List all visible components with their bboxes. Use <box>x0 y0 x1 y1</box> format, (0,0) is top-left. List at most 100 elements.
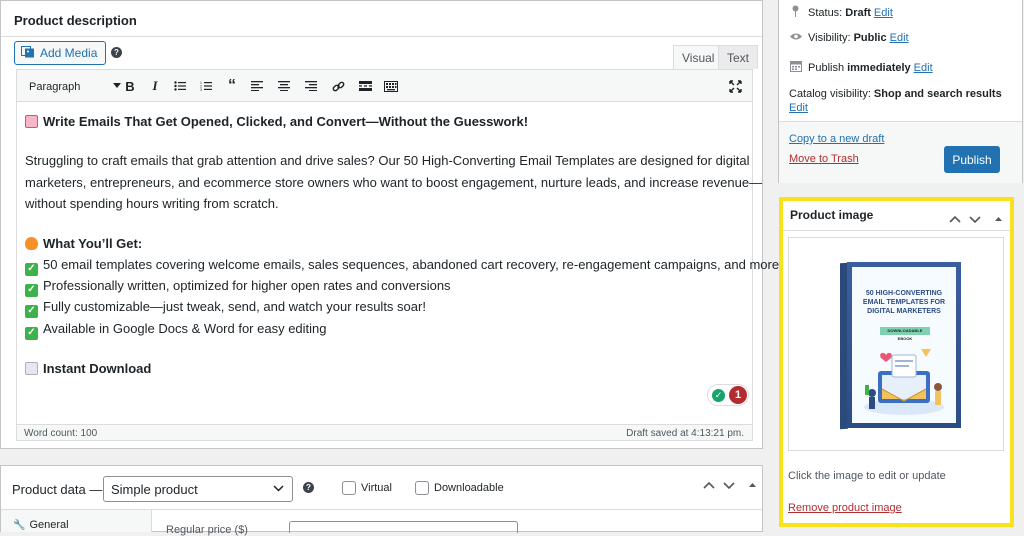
tab-text[interactable]: Text <box>718 45 759 69</box>
checkmark-icon: ✓ <box>25 283 38 297</box>
box-controls[interactable] <box>703 480 758 493</box>
downloadable-checkbox[interactable] <box>415 481 429 495</box>
align-center-icon[interactable] <box>275 77 293 95</box>
bullet-item: ✓ Professionally written, optimized for h… <box>25 278 451 297</box>
fullscreen-icon[interactable] <box>726 77 744 95</box>
edit-status-link[interactable]: Edit <box>874 7 893 19</box>
editor-content[interactable]: Write Emails That Get Opened, Clicked, a… <box>16 102 783 424</box>
ebook-cover-badge: DOWNLOADABLE EBOOK <box>880 327 930 341</box>
catalog-edit-row: Edit <box>789 102 808 114</box>
product-image-title: Product image <box>790 208 874 222</box>
blockquote-icon[interactable]: “ <box>223 77 241 95</box>
add-media-button[interactable]: Add Media <box>14 41 107 65</box>
tab-general-label: General <box>29 519 69 531</box>
box-controls[interactable] <box>949 211 1004 229</box>
product-type-value: Simple product <box>111 481 198 497</box>
checkmark-icon: ✓ <box>25 304 38 318</box>
inbox-tray-icon <box>25 362 38 375</box>
bullet-text: 50 email templates covering welcome emai… <box>43 257 783 272</box>
bullet-item: ✓ Available in Google Docs & Word for eas… <box>25 321 327 340</box>
tab-visual[interactable]: Visual <box>673 45 724 69</box>
align-left-icon[interactable] <box>248 77 266 95</box>
visibility-value: Public <box>853 32 887 44</box>
status-label: Status: <box>808 6 843 19</box>
product-image-box: Product image 50 HIGH-CONVERTING EMAIL T… <box>779 197 1014 527</box>
bullet-text: Available in Google Docs & Word for easy… <box>43 321 327 336</box>
align-right-icon[interactable] <box>302 77 320 95</box>
edit-publish-date-link[interactable]: Edit <box>914 62 933 74</box>
downloadable-label: Downloadable <box>434 482 504 494</box>
publish-date-row: Publish immediately Edit <box>789 60 933 75</box>
body-line-1: Struggling to craft emails that grab att… <box>25 153 750 168</box>
headline-text: Write Emails That Get Opened, Clicked, a… <box>43 114 529 129</box>
publish-button[interactable]: Publish <box>944 146 1000 173</box>
headline-line: Write Emails That Get Opened, Clicked, a… <box>25 114 528 129</box>
regular-price-input[interactable] <box>289 521 518 533</box>
catalog-visibility-label: Catalog visibility: <box>789 88 871 100</box>
visibility-label: Visibility: <box>808 32 851 44</box>
publish-date-label: Publish <box>808 61 845 74</box>
bullet-item: ✓ 50 email templates covering welcome ema… <box>25 257 783 276</box>
edit-visibility-link[interactable]: Edit <box>890 32 909 44</box>
body-line-3: without spending hours writing from scra… <box>25 196 279 211</box>
email-illustration <box>864 349 944 415</box>
caret-down-icon <box>113 83 121 88</box>
catalog-visibility-value: Shop and search results <box>873 88 1002 100</box>
bullet-item: ✓ Fully customizable—just tweak, send, an… <box>25 299 426 318</box>
love-letter-icon <box>25 115 38 128</box>
catalog-visibility-row: Catalog visibility: Shop and search resu… <box>789 88 1002 100</box>
publish-date-value: immediately <box>847 61 911 74</box>
checkmark-icon: ✓ <box>25 262 38 276</box>
visibility-row: Visibility: Public Edit <box>789 32 909 44</box>
remove-product-image-link[interactable]: Remove product image <box>788 502 902 514</box>
help-icon[interactable]: ? <box>111 47 122 58</box>
wrench-icon: 🔧 <box>13 520 26 531</box>
product-description-box: Product description Add Media ? Visual T… <box>0 0 783 449</box>
virtual-label: Virtual <box>361 482 392 494</box>
grammar-bulb-icon: ✓ <box>712 388 725 402</box>
link-icon[interactable] <box>329 77 347 95</box>
chevron-down-icon <box>273 481 284 495</box>
editor-status-bar: Word count: 100 Draft saved at 4:13:21 p… <box>16 424 753 441</box>
edit-catalog-visibility-link[interactable]: Edit <box>789 102 808 114</box>
bullet-text: Fully customizable—just tweak, send, and… <box>43 299 426 314</box>
download-heading-line: Instant Download <box>25 361 151 376</box>
move-to-trash-link[interactable]: Move to Trash <box>789 153 859 165</box>
description-title: Product description <box>14 13 137 28</box>
body-line-2: marketers, entrepreneurs, and ecommerce … <box>25 175 763 190</box>
status-row: Status: Draft Edit <box>789 5 893 20</box>
checkmark-icon: ✓ <box>25 326 38 340</box>
tab-general[interactable]: 🔧 General <box>13 519 69 531</box>
svg-text:3: 3 <box>200 88 202 91</box>
divider <box>1 36 762 37</box>
copy-to-draft-link[interactable]: Copy to a new draft <box>789 133 884 145</box>
get-heading-text: What You’ll Get: <box>43 236 143 251</box>
media-icon <box>21 45 35 61</box>
eye-icon <box>789 32 802 44</box>
add-media-label: Add Media <box>40 46 98 60</box>
fire-icon <box>25 237 38 250</box>
product-data-box: Product data — Simple product ? Virtual … <box>0 465 763 536</box>
status-value: Draft <box>845 6 871 19</box>
get-heading-line: What You’ll Get: <box>25 236 142 251</box>
product-data-title: Product data — <box>12 482 103 497</box>
product-image-thumbnail[interactable]: 50 HIGH-CONVERTING EMAIL TEMPLATES FOR D… <box>788 237 1004 451</box>
regular-price-label: Regular price ($) <box>166 524 248 536</box>
ebook-cover-image: 50 HIGH-CONVERTING EMAIL TEMPLATES FOR D… <box>847 262 961 428</box>
toolbar-toggle-icon[interactable] <box>382 77 400 95</box>
ebook-cover-title: 50 HIGH-CONVERTING EMAIL TEMPLATES FOR D… <box>862 290 946 315</box>
virtual-checkbox[interactable] <box>342 481 356 495</box>
bullet-list-icon[interactable] <box>171 77 189 95</box>
bold-icon[interactable]: B <box>121 77 139 95</box>
numbered-list-icon[interactable]: 123 <box>197 77 215 95</box>
paragraph-select[interactable]: Paragraph <box>27 77 123 96</box>
word-count: Word count: 100 <box>24 428 98 439</box>
grammar-checker-badge[interactable]: ✓ 1 <box>707 384 749 406</box>
product-type-select[interactable]: Simple product <box>103 476 293 502</box>
download-heading-text: Instant Download <box>43 361 152 376</box>
read-more-icon[interactable] <box>356 77 374 95</box>
draft-saved-status: Draft saved at 4:13:21 pm. <box>626 428 744 439</box>
help-icon[interactable]: ? <box>303 482 314 493</box>
bullet-text: Professionally written, optimized for hi… <box>43 278 451 293</box>
italic-icon[interactable]: I <box>146 77 164 95</box>
